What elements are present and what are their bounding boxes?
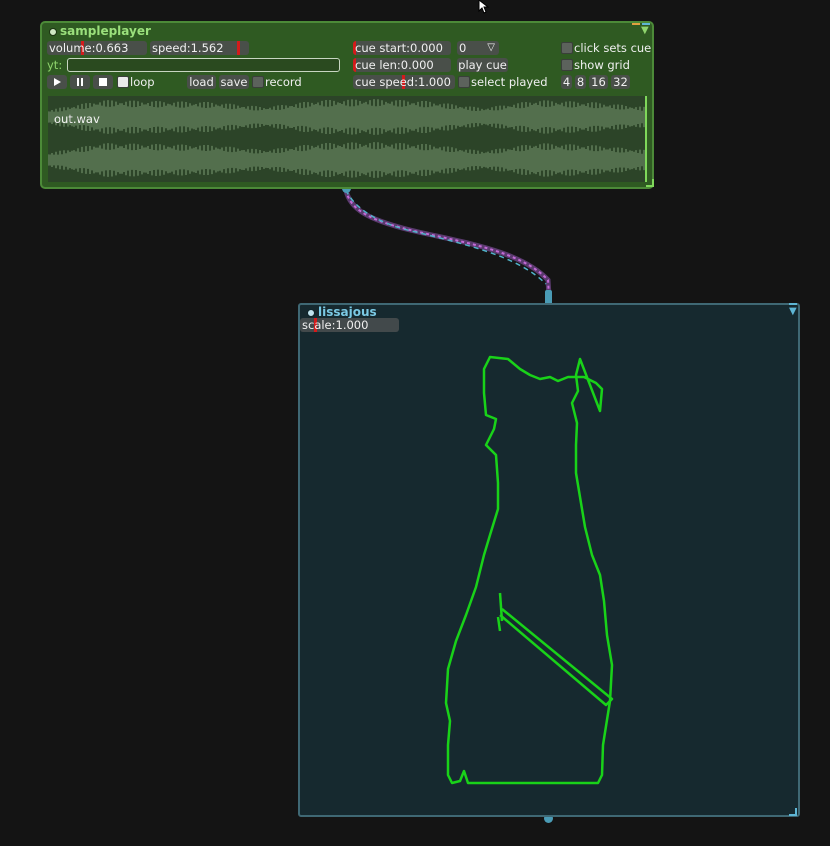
record-label: record <box>265 75 302 89</box>
slider-label: volume:0.663 <box>49 41 129 55</box>
patch-cable[interactable] <box>330 180 570 310</box>
slider-label: cue start:0.000 <box>355 41 443 55</box>
mouse-cursor-icon <box>478 0 490 14</box>
stop-button[interactable] <box>93 75 113 89</box>
dropdown-value: 0 <box>459 41 467 55</box>
waveform-display[interactable]: out.wav <box>48 96 646 182</box>
record-checkbox[interactable] <box>252 76 264 88</box>
select-played-checkbox[interactable] <box>458 76 470 88</box>
slider-label: cue speed:1.000 <box>355 75 451 89</box>
play-cue-button[interactable]: play cue <box>457 58 508 72</box>
click-sets-cue-checkbox[interactable] <box>561 42 573 54</box>
play-icon <box>54 78 61 86</box>
loop-checkbox[interactable] <box>117 76 129 88</box>
chevron-down-icon: ▽ <box>487 42 495 53</box>
module-corner-mark <box>642 23 650 25</box>
pause-button[interactable] <box>70 75 90 89</box>
grid-8-button[interactable]: 8 <box>575 75 586 89</box>
loop-label: loop <box>130 75 155 89</box>
slider-label: speed:1.562 <box>152 41 224 55</box>
grid-4-button[interactable]: 4 <box>561 75 572 89</box>
module-enable-dot[interactable] <box>49 28 57 36</box>
slider-marker <box>237 41 240 55</box>
waveform-channel <box>48 142 645 178</box>
stop-icon <box>99 78 107 86</box>
select-played-label: select played <box>471 75 548 89</box>
volume-slider[interactable]: volume:0.663 <box>47 41 147 55</box>
file-name-label: out.wav <box>54 112 100 126</box>
show-grid-checkbox[interactable] <box>561 59 573 71</box>
resize-handle-icon[interactable] <box>646 179 654 187</box>
yt-input[interactable] <box>67 58 340 72</box>
grid-32-button[interactable]: 32 <box>611 75 630 89</box>
playhead <box>645 96 647 182</box>
grid-16-button[interactable]: 16 <box>589 75 608 89</box>
load-button[interactable]: load <box>187 75 216 89</box>
module-corner-mark <box>632 23 640 25</box>
cue-start-slider[interactable]: cue start:0.000 <box>353 41 451 55</box>
click-sets-cue-label: click sets cue <box>574 41 652 55</box>
triangle-down-icon[interactable]: ▼ <box>641 25 649 36</box>
pause-icon <box>77 78 83 86</box>
slider-label: cue len:0.000 <box>355 58 434 72</box>
waveform-graphic <box>48 99 645 178</box>
cue-len-slider[interactable]: cue len:0.000 <box>353 58 451 72</box>
sampleplayer-module[interactable]: sampleplayer ▼ volume:0.663 speed:1.562 … <box>40 21 654 189</box>
module-title[interactable]: sampleplayer <box>60 24 151 38</box>
play-button[interactable] <box>47 75 67 89</box>
save-button[interactable]: save <box>219 75 249 89</box>
cue-dropdown[interactable]: 0 ▽ <box>457 41 499 55</box>
cue-speed-slider[interactable]: cue speed:1.000 <box>353 75 455 89</box>
waveform-channel <box>48 99 645 135</box>
speed-slider[interactable]: speed:1.562 <box>150 41 249 55</box>
resize-handle-icon[interactable] <box>789 808 797 816</box>
yt-label: yt: <box>47 58 63 72</box>
lissajous-module[interactable]: lissajous ▼ scale:1.000 <box>298 303 800 817</box>
lissajous-trace <box>444 355 614 785</box>
show-grid-label: show grid <box>574 58 630 72</box>
